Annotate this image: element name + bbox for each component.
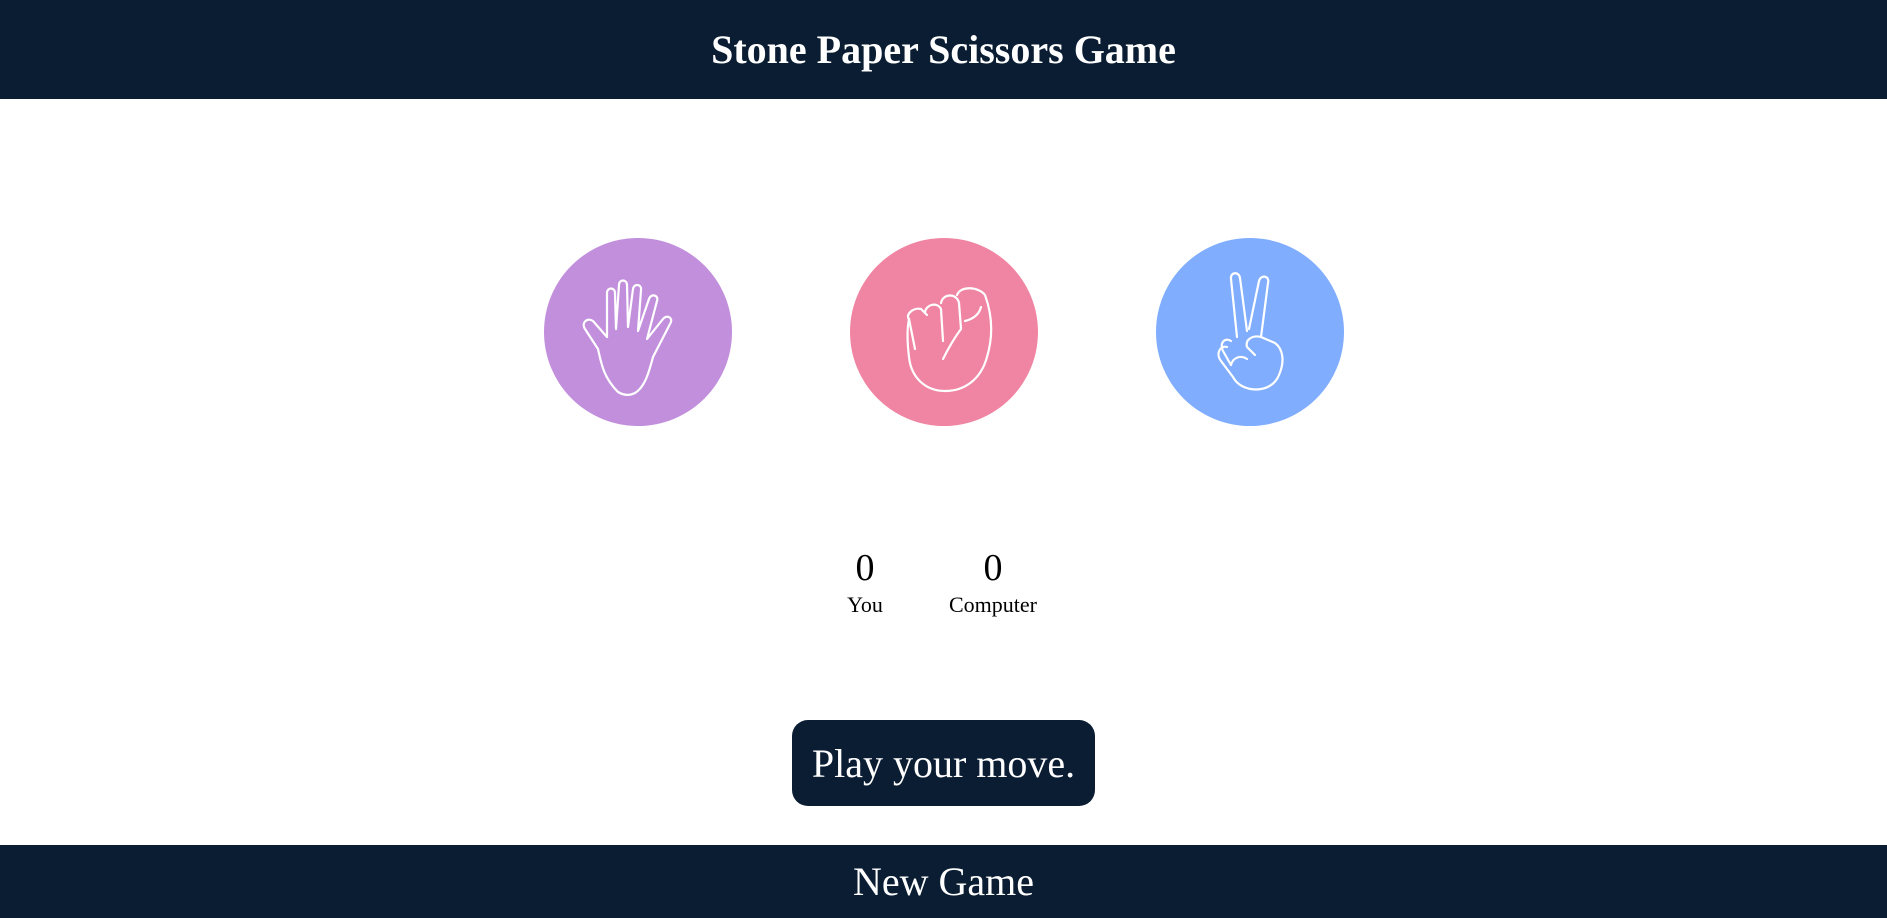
peace-sign-hand-icon: [1217, 272, 1284, 391]
stone-choice-button[interactable]: [850, 238, 1038, 426]
paper-choice-button[interactable]: [544, 238, 732, 426]
score-board: 0 You 0 Computer: [0, 544, 1887, 624]
fist-icon: [906, 287, 993, 393]
status-message: Play your move.: [792, 720, 1095, 806]
computer-score-value: 0: [983, 547, 1003, 589]
scissors-choice-button[interactable]: [1156, 238, 1344, 426]
choices-container: [0, 238, 1887, 428]
user-score-value: 0: [855, 547, 875, 589]
header-bar: Stone Paper Scissors Game: [0, 0, 1887, 99]
user-score-label: You: [847, 592, 883, 617]
computer-score-label: Computer: [949, 592, 1037, 617]
user-score: 0 You: [825, 544, 905, 618]
new-game-button[interactable]: New Game: [0, 845, 1887, 918]
computer-score: 0 Computer: [933, 544, 1053, 618]
open-hand-icon: [582, 279, 673, 396]
page-title: Stone Paper Scissors Game: [711, 27, 1176, 72]
